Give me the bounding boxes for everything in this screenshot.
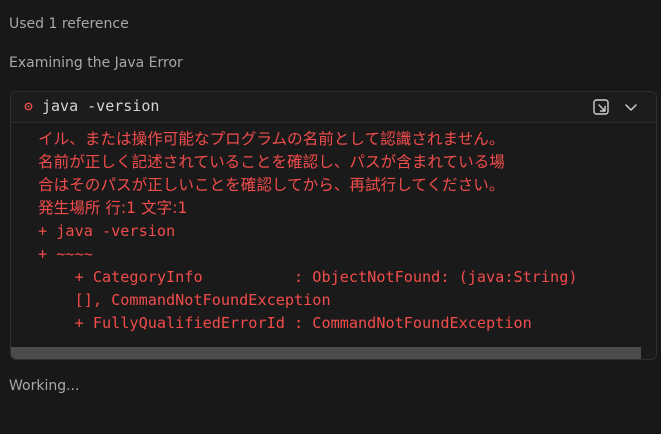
horizontal-scrollbar[interactable]: [11, 347, 641, 359]
terminal-output-panel: java -version イル、または操作可能なプログラムの名前として認識され…: [10, 91, 657, 360]
output-line: + CategoryInfo : ObjectNotFound: (java:S…: [38, 268, 578, 286]
used-reference-link[interactable]: Used 1 reference: [9, 16, 129, 32]
output-line: [], CommandNotFoundException: [38, 291, 331, 309]
output-line: 発生場所 行:1 文字:1: [38, 199, 188, 217]
error-circle-icon: [24, 102, 33, 111]
output-line: イル、または操作可能なプログラムの名前として認識されません。: [38, 130, 505, 148]
terminal-output: イル、または操作可能なプログラムの名前として認識されません。 名前が正しく記述さ…: [38, 128, 648, 335]
output-line: 名前が正しく記述されていることを確認し、パスが含まれている場: [38, 153, 505, 171]
chevron-down-icon[interactable]: [623, 99, 639, 115]
step-title: Examining the Java Error: [9, 55, 183, 71]
output-line: + FullyQualifiedErrorId : CommandNotFoun…: [38, 314, 532, 332]
terminal-header: java -version: [11, 92, 656, 123]
working-status: Working...: [9, 378, 80, 394]
output-line: 合はそのパスが正しいことを確認してから、再試行してください。: [38, 176, 505, 194]
terminal-command: java -version: [42, 97, 160, 115]
open-in-terminal-icon[interactable]: [590, 96, 612, 118]
output-line: + java -version: [38, 222, 176, 240]
output-line: + ~~~~: [38, 245, 93, 263]
